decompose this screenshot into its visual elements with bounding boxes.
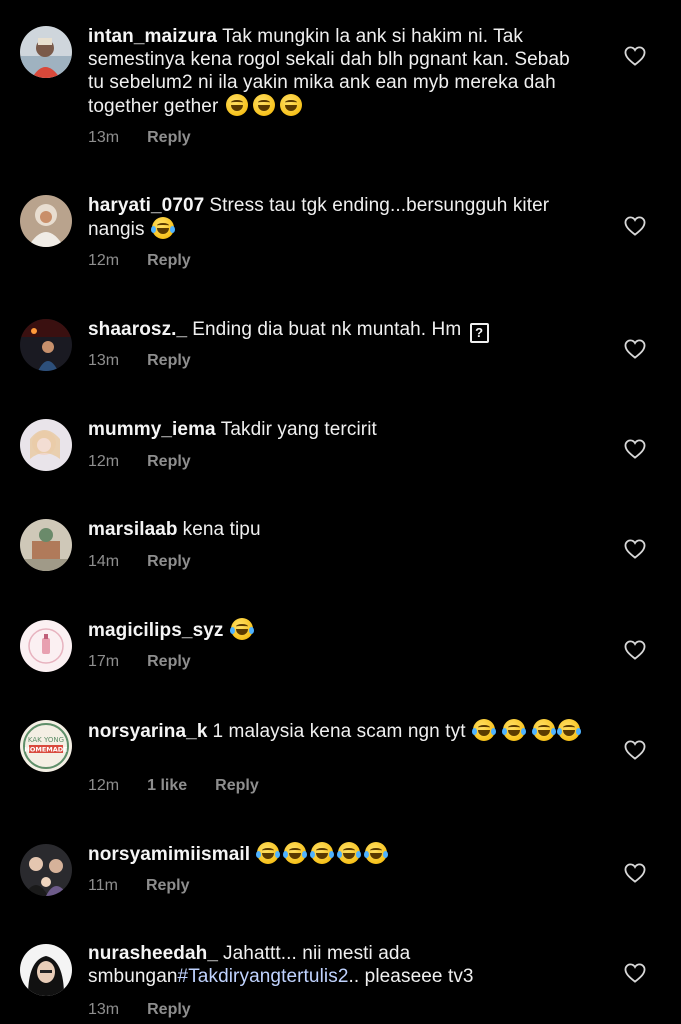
comment-username[interactable]: shaarosz._ (88, 319, 187, 340)
tears-of-joy-emoji (531, 719, 556, 741)
comment-body: intan_maizura Tak mungkin la ank si hakim… (88, 25, 588, 118)
comment-body: marsilaab kena tipu (88, 518, 588, 541)
comment-text: kena tipu (182, 519, 261, 540)
grinning-sweat-emoji (225, 94, 248, 116)
avatar[interactable] (20, 944, 72, 996)
comment-body: mummy_iema Takdir yang tercirit (88, 418, 588, 441)
comment-meta: 13m Reply (88, 1001, 219, 1019)
comment-body: nurasheedah_ Jahattt... nii mesti ada smb… (88, 942, 588, 988)
avatar[interactable] (20, 26, 72, 78)
comment-meta: 12m Reply (88, 453, 219, 471)
comment-time: 11m (88, 877, 118, 894)
comment-time: 13m (88, 352, 120, 369)
heart-outline-icon[interactable] (624, 863, 646, 883)
reply-button[interactable]: Reply (215, 777, 259, 794)
grinning-sweat-emoji (279, 94, 302, 116)
comment-time: 17m (88, 653, 120, 670)
tears-of-joy-emoji (256, 842, 281, 864)
reply-button[interactable]: Reply (147, 1001, 191, 1018)
comment-time: 12m (88, 777, 120, 794)
heart-outline-icon[interactable] (624, 963, 646, 983)
reply-button[interactable]: Reply (146, 877, 190, 894)
heart-outline-icon[interactable] (624, 439, 646, 459)
comment-body: norsyarina_k 1 malaysia kena scam ngn tyt (88, 719, 588, 743)
comment-username[interactable]: haryati_0707 (88, 195, 204, 216)
comment-username[interactable]: norsyamimiismail (88, 844, 250, 865)
comment-body: magicilips_syz (88, 618, 588, 642)
avatar[interactable] (20, 319, 72, 371)
comment-text-after: .. pleaseee tv3 (348, 966, 474, 987)
logo-text-line1: KAK YONG (28, 736, 64, 744)
hashtag-link[interactable]: #Takdiryangtertulis2 (178, 966, 349, 987)
tears-of-joy-emoji (283, 842, 308, 864)
comment-meta: 13m Reply (88, 352, 219, 370)
comment-meta: 14m Reply (88, 553, 219, 571)
tears-of-joy-emoji (150, 217, 175, 239)
comment-meta: 17m Reply (88, 653, 219, 671)
grinning-sweat-emoji (252, 94, 275, 116)
heart-outline-icon[interactable] (624, 539, 646, 559)
tears-of-joy-emoji (229, 618, 254, 640)
heart-outline-icon[interactable] (624, 640, 646, 660)
tears-of-joy-emoji (337, 842, 362, 864)
tears-of-joy-emoji (310, 842, 335, 864)
comment-text: 1 malaysia kena scam ngn tyt (212, 721, 471, 742)
heart-outline-icon[interactable] (624, 339, 646, 359)
reply-button[interactable]: Reply (147, 553, 191, 570)
avatar[interactable]: KAK YONG HOMEMADE (20, 720, 72, 772)
comment-time: 13m (88, 129, 120, 146)
comment-meta: 12m Reply (88, 252, 219, 270)
comment-username[interactable]: norsyarina_k (88, 721, 208, 742)
comment-body: haryati_0707 Stress tau tgk ending...bers… (88, 194, 588, 241)
heart-outline-icon[interactable] (624, 216, 646, 236)
comment-username[interactable]: marsilaab (88, 519, 178, 540)
reply-button[interactable]: Reply (147, 453, 191, 470)
heart-outline-icon[interactable] (624, 740, 646, 760)
likes-count[interactable]: 1 like (147, 777, 187, 794)
reply-button[interactable]: Reply (147, 129, 191, 146)
comment-meta: 11m Reply (88, 877, 218, 895)
comment-text: Ending dia buat nk muntah. Hm (192, 319, 462, 340)
avatar[interactable] (20, 620, 72, 672)
comment-time: 14m (88, 553, 120, 570)
logo-text-line2: HOMEMADE (24, 746, 67, 754)
avatar[interactable] (20, 195, 72, 247)
reply-button[interactable]: Reply (147, 352, 191, 369)
reply-button[interactable]: Reply (147, 252, 191, 269)
comment-body: norsyamimiismail (88, 842, 588, 866)
reply-button[interactable]: Reply (147, 653, 191, 670)
avatar[interactable] (20, 844, 72, 896)
comment-username[interactable]: mummy_iema (88, 419, 216, 440)
tears-of-joy-emoji (501, 719, 526, 741)
comment-time: 12m (88, 453, 120, 470)
comment-meta: 12m 1 like Reply (88, 777, 287, 795)
tears-of-joy-emoji (471, 719, 496, 741)
tears-of-joy-emoji (556, 719, 581, 741)
comment-text: Takdir yang tercirit (220, 419, 377, 440)
missing-glyph-icon: ? (469, 323, 489, 343)
comment-time: 12m (88, 252, 120, 269)
comment-username[interactable]: nurasheedah_ (88, 943, 218, 964)
comment-time: 13m (88, 1001, 120, 1018)
comment-username[interactable]: intan_maizura (88, 26, 217, 47)
heart-outline-icon[interactable] (624, 46, 646, 66)
tears-of-joy-emoji (364, 842, 389, 864)
avatar[interactable] (20, 419, 72, 471)
kak-yong-logo: KAK YONG HOMEMADE (20, 720, 72, 772)
comment-meta: 13m Reply (88, 129, 219, 147)
comment-body: shaarosz._ Ending dia buat nk muntah. Hm … (88, 318, 588, 343)
comment-username[interactable]: magicilips_syz (88, 620, 224, 641)
avatar[interactable] (20, 519, 72, 571)
